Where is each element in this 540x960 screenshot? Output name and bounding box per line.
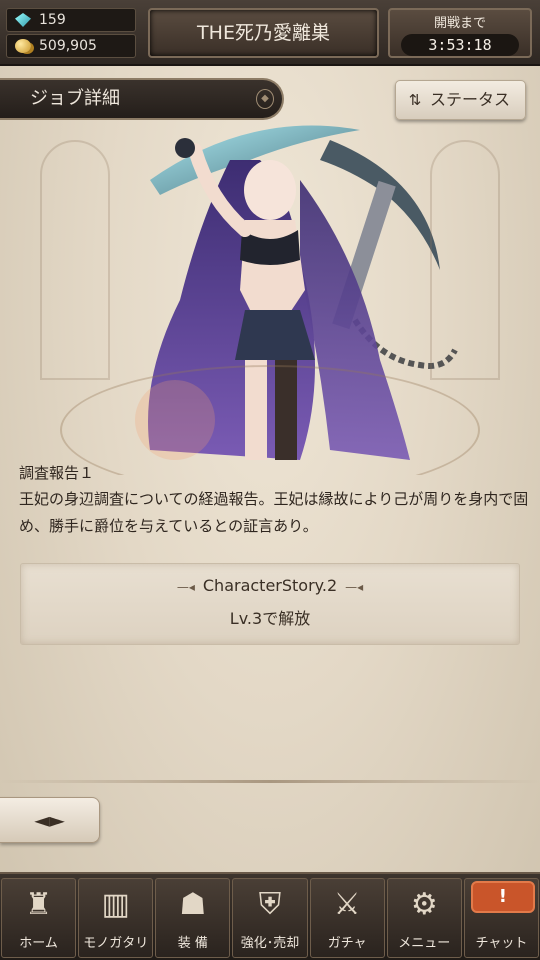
story-title: CharacterStory.2	[21, 576, 519, 595]
book-icon: ▥	[101, 887, 130, 922]
equipment-icon: ☗	[179, 887, 207, 922]
guild-title[interactable]: THE死乃愛離巣	[148, 8, 379, 58]
coin-icon	[15, 39, 31, 53]
enhance-icon: ⛨	[258, 887, 282, 922]
back-button[interactable]: ◄►	[0, 797, 100, 843]
status-button-label: ステータス	[430, 90, 511, 109]
nav-enhance[interactable]: ⛨ 強化･売却	[232, 878, 308, 958]
gem-counter: 159	[6, 8, 136, 32]
gears-icon: ⚙	[410, 887, 438, 922]
story-unlock-requirement: Lv.3で解放	[229, 609, 311, 628]
battle-countdown[interactable]: 開戦まで 3:53:18	[388, 8, 532, 58]
nav-label: メニュー	[398, 936, 451, 951]
nav-label: ホーム	[19, 936, 58, 951]
job-detail-header: ジョブ詳細 ◆	[0, 78, 284, 120]
battle-timer: 3:53:18	[401, 34, 519, 56]
section-divider	[0, 780, 540, 783]
ornament-icon: ◆	[256, 89, 274, 109]
character-story-panel[interactable]: CharacterStory.2 Lv.3で解放	[20, 563, 520, 645]
battle-label: 開戦まで	[433, 16, 486, 31]
background-arch	[430, 140, 500, 380]
status-button[interactable]: ⇅ ステータス	[395, 80, 526, 120]
report-title: 調査報告１	[19, 464, 95, 482]
job-detail-label: ジョブ詳細	[30, 88, 120, 109]
gem-amount: 159	[39, 12, 66, 28]
nav-label: モノガタリ	[83, 936, 149, 951]
gold-amount: 509,905	[39, 38, 97, 54]
chat-notification-icon: !	[470, 881, 535, 913]
nav-gacha[interactable]: ⚔ ガチャ	[309, 878, 385, 958]
swap-icon: ⇅	[408, 91, 422, 109]
nav-label: チャット	[475, 936, 528, 951]
castle-icon: ♜	[25, 887, 53, 922]
character-glove	[175, 138, 195, 158]
nav-label: 強化･売却	[240, 936, 300, 951]
nav-chat[interactable]: ! チャット	[463, 878, 539, 958]
character-face	[244, 160, 296, 220]
nav-label: ガチャ	[327, 936, 367, 951]
bottom-navigation: ♜ ホーム ▥ モノガタリ ☗ 装 備 ⛨ 強化･売却 ⚔ ガチャ ⚙ メニュー…	[0, 872, 540, 960]
report-body: 王妃の身辺調査についての経過報告。王妃は縁故により己が周りを身内で固め、勝手に爵…	[19, 490, 529, 535]
nav-equipment[interactable]: ☗ 装 備	[155, 878, 231, 958]
gem-icon	[15, 13, 31, 27]
gold-counter: 509,905	[6, 34, 136, 58]
nav-label: 装 備	[177, 936, 208, 951]
gacha-swords-icon: ⚔	[333, 887, 361, 922]
nav-menu[interactable]: ⚙ メニュー	[386, 878, 462, 958]
back-arrow-icon: ◄►	[34, 808, 65, 832]
character-art	[0, 120, 540, 475]
nav-story[interactable]: ▥ モノガタリ	[78, 878, 154, 958]
background-arch	[40, 140, 110, 380]
nav-home[interactable]: ♜ ホーム	[1, 878, 77, 958]
top-bar: 159 509,905 THE死乃愛離巣 開戦まで 3:53:18	[0, 0, 540, 66]
